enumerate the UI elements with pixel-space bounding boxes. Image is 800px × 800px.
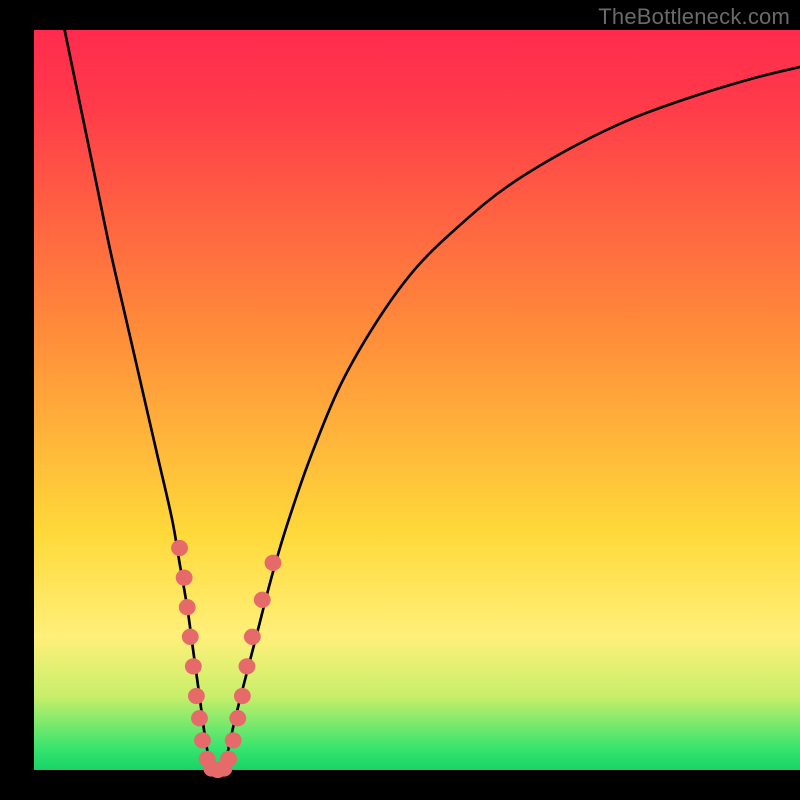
highlight-point bbox=[229, 710, 246, 726]
highlight-point bbox=[265, 555, 282, 571]
highlight-point bbox=[191, 710, 208, 726]
chart-svg bbox=[34, 30, 800, 770]
highlight-point bbox=[182, 629, 199, 645]
chart-frame: TheBottleneck.com bbox=[0, 0, 800, 800]
highlight-point bbox=[176, 569, 193, 585]
highlight-point bbox=[225, 732, 242, 748]
highlight-point bbox=[234, 688, 251, 704]
watermark-text: TheBottleneck.com bbox=[598, 4, 790, 30]
highlight-point bbox=[254, 592, 271, 608]
highlight-markers bbox=[171, 540, 281, 778]
highlight-point bbox=[171, 540, 188, 556]
highlight-point bbox=[194, 732, 211, 748]
highlight-point bbox=[185, 658, 202, 674]
plot-area bbox=[34, 30, 800, 770]
bottleneck-curve bbox=[65, 30, 800, 772]
highlight-point bbox=[188, 688, 205, 704]
highlight-point bbox=[220, 751, 237, 767]
highlight-point bbox=[244, 629, 261, 645]
highlight-point bbox=[239, 658, 256, 674]
highlight-point bbox=[179, 599, 196, 615]
